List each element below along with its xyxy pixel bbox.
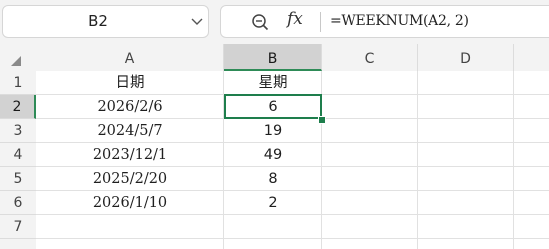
column-headers: A B C D	[0, 44, 549, 71]
row-header-2[interactable]: 2	[0, 95, 36, 119]
formula-text[interactable]: =WEEKNUM(A2, 2)	[330, 6, 469, 37]
formula-input[interactable]: fx =WEEKNUM(A2, 2)	[220, 5, 549, 38]
cell-a2[interactable]: 2026/2/6	[36, 95, 224, 119]
select-all-icon	[11, 56, 21, 66]
formula-bar-area: B2 fx =WEEKNUM(A2, 2)	[0, 0, 549, 44]
column-header-b[interactable]: B	[224, 44, 322, 71]
active-cell-border[interactable]	[224, 94, 322, 119]
chevron-down-icon[interactable]	[191, 17, 203, 27]
cell-a4[interactable]: 2023/12/1	[36, 143, 224, 167]
cell-b5[interactable]: 8	[224, 167, 322, 191]
spreadsheet-grid: A B C D 1 2 3 4 5 6 7 日期 星期 2026/2/6 6 2…	[0, 44, 549, 249]
row-header-5[interactable]: 5	[0, 167, 36, 191]
cell-area[interactable]: 日期 星期 2026/2/6 6 2024/5/7 19 2023/12/1 4…	[36, 71, 549, 249]
column-header-c[interactable]: C	[322, 44, 418, 71]
name-box-value: B2	[88, 12, 108, 30]
select-all-corner[interactable]	[0, 44, 36, 71]
gridline	[36, 238, 549, 239]
gridline	[513, 71, 514, 249]
name-box[interactable]: B2	[2, 5, 209, 38]
row-header-3[interactable]: 3	[0, 119, 36, 143]
cell-b3[interactable]: 19	[224, 119, 322, 143]
row-header-4[interactable]: 4	[0, 143, 36, 167]
cell-a5[interactable]: 2025/2/20	[36, 167, 224, 191]
cell-a6[interactable]: 2026/1/10	[36, 191, 224, 215]
column-header-d[interactable]: D	[418, 44, 514, 71]
fill-handle[interactable]	[318, 116, 326, 124]
gridline	[417, 71, 418, 249]
cell-a1[interactable]: 日期	[36, 71, 224, 95]
fx-icon[interactable]: fx	[287, 9, 303, 29]
row-header-6[interactable]: 6	[0, 191, 36, 215]
row-header-7[interactable]: 7	[0, 215, 36, 239]
row-headers: 1 2 3 4 5 6 7	[0, 71, 36, 249]
cell-b6[interactable]: 2	[224, 191, 322, 215]
cell-b4[interactable]: 49	[224, 143, 322, 167]
cell-b1[interactable]: 星期	[224, 71, 322, 95]
row-header-1[interactable]: 1	[0, 71, 36, 95]
formula-separator	[320, 12, 321, 32]
column-header-a[interactable]: A	[36, 44, 224, 71]
zoom-out-icon[interactable]	[251, 13, 269, 31]
cell-a3[interactable]: 2024/5/7	[36, 119, 224, 143]
